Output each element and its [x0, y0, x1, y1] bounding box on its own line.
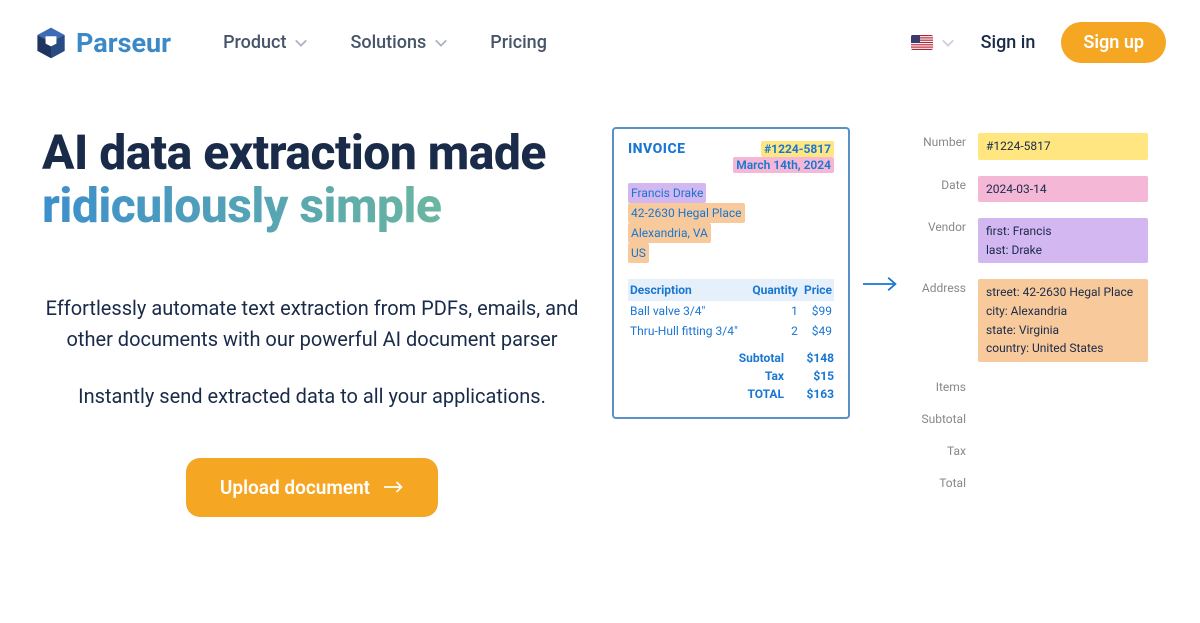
cell-price: $49	[800, 321, 834, 341]
language-selector[interactable]	[911, 35, 955, 50]
chevron-down-icon	[941, 36, 955, 50]
extracted-panel: Number #1224-5817 Date 2024-03-14 Vendor…	[912, 127, 1158, 506]
addr-country: US	[628, 243, 649, 263]
logo[interactable]: Parseur	[34, 26, 171, 60]
doc-title: INVOICE	[628, 141, 685, 157]
hero: AI data extraction made ridiculously sim…	[0, 63, 1200, 517]
ext-tax-label: Tax	[912, 442, 966, 458]
hero-para2: Instantly send extracted data to all you…	[42, 381, 582, 412]
subtotal-label: Subtotal	[724, 351, 784, 365]
doc-date: March 14th, 2024	[733, 157, 834, 173]
ext-vendor-value: first: Francis last: Drake	[978, 218, 1148, 263]
header: Parseur Product Solutions Pricing Sign i…	[0, 0, 1200, 63]
ext-street: street: 42-2630 Hegal Place	[986, 283, 1140, 302]
th-qty: Quantity	[747, 279, 800, 301]
brand-name: Parseur	[76, 27, 171, 59]
us-flag-icon	[911, 35, 933, 50]
nav-pricing[interactable]: Pricing	[490, 32, 547, 53]
addr-city: Alexandria, VA	[628, 223, 711, 243]
addr-name: Francis Drake	[628, 183, 706, 203]
ext-number-value: #1224-5817	[978, 133, 1148, 160]
vendor-first: first: Francis	[986, 222, 1140, 241]
cell-desc: Thru-Hull fitting 3/4"	[628, 321, 747, 341]
chevron-down-icon	[294, 36, 308, 50]
nav-product[interactable]: Product	[223, 32, 308, 53]
hero-heading-line1: AI data extraction made	[42, 124, 546, 181]
arrow-right-icon	[384, 480, 404, 494]
vendor-last: last: Drake	[986, 241, 1140, 260]
cell-qty: 1	[747, 301, 800, 321]
ext-city: city: Alexandria	[986, 302, 1140, 321]
ext-number-label: Number	[912, 133, 966, 149]
doc-address: Francis Drake 42-2630 Hegal Place Alexan…	[628, 183, 834, 263]
ext-address-label: Address	[912, 279, 966, 295]
doc-items-table: Description Quantity Price Ball valve 3/…	[628, 279, 834, 341]
ext-vendor-label: Vendor	[912, 218, 966, 234]
th-price: Price	[800, 279, 834, 301]
nav-solutions-label: Solutions	[350, 32, 426, 53]
tax-value: $15	[794, 369, 834, 383]
total-value: $163	[794, 387, 834, 401]
ext-date-value: 2024-03-14	[978, 176, 1148, 203]
nav-pricing-label: Pricing	[490, 32, 547, 53]
th-desc: Description	[628, 279, 747, 301]
cell-qty: 2	[747, 321, 800, 341]
hero-heading: AI data extraction made ridiculously sim…	[42, 127, 582, 233]
illustration: INVOICE #1224-5817 March 14th, 2024 Fran…	[612, 127, 1158, 517]
hero-para1: Effortlessly automate text extraction fr…	[42, 293, 582, 355]
doc-totals: Subtotal $148 Tax $15 TOTAL $163	[628, 349, 834, 403]
sign-in-link[interactable]: Sign in	[981, 32, 1036, 53]
sign-up-button[interactable]: Sign up	[1061, 22, 1166, 63]
ext-items-label: Items	[912, 378, 966, 394]
ext-country: country: United States	[986, 339, 1140, 358]
addr-street: 42-2630 Hegal Place	[628, 203, 745, 223]
hero-copy: AI data extraction made ridiculously sim…	[42, 127, 582, 517]
upload-document-button[interactable]: Upload document	[186, 458, 438, 517]
ext-total-label: Total	[912, 474, 966, 490]
nav-solutions[interactable]: Solutions	[350, 32, 448, 53]
ext-date-label: Date	[912, 176, 966, 192]
ext-subtotal-label: Subtotal	[912, 410, 966, 426]
cell-desc: Ball valve 3/4"	[628, 301, 747, 321]
upload-label: Upload document	[220, 476, 370, 499]
transform-arrow	[862, 127, 900, 293]
subtotal-value: $148	[794, 351, 834, 365]
tax-label: Tax	[724, 369, 784, 383]
nav-product-label: Product	[223, 32, 286, 53]
sample-document: INVOICE #1224-5817 March 14th, 2024 Fran…	[612, 127, 850, 419]
arrow-right-icon	[863, 275, 899, 293]
nav: Product Solutions Pricing	[223, 32, 547, 53]
ext-address-value: street: 42-2630 Hegal Place city: Alexan…	[978, 279, 1148, 361]
table-row: Thru-Hull fitting 3/4" 2 $49	[628, 321, 834, 341]
table-row: Ball valve 3/4" 1 $99	[628, 301, 834, 321]
ext-state: state: Virginia	[986, 321, 1140, 340]
logo-icon	[34, 26, 68, 60]
cell-price: $99	[800, 301, 834, 321]
hero-heading-line2: ridiculously simple	[42, 177, 441, 234]
total-label: TOTAL	[724, 387, 784, 401]
chevron-down-icon	[434, 36, 448, 50]
doc-number: #1224-5817	[761, 141, 834, 157]
